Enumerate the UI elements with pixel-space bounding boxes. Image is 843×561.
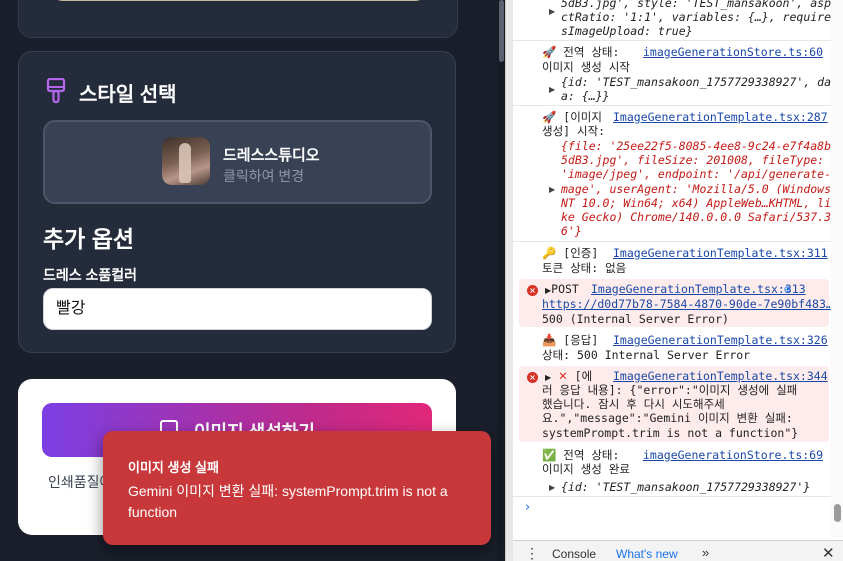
app-scrollbar[interactable] [497, 0, 505, 561]
log-line: NT 10.0; Win64; x64) AppleWeb…KHTML, li [561, 196, 831, 210]
log-line: {id: 'TEST_mansakoon_1757729338927', dat [561, 75, 831, 89]
change-style-hint: 클릭하여 변경 [223, 168, 305, 184]
drawer-menu-icon[interactable]: ⋮ [525, 545, 539, 561]
previous-card-button[interactable] [49, 0, 429, 1]
log-entry: 🔑 [인증] [542, 246, 599, 260]
app-scrollbar-thumb[interactable] [499, 0, 504, 62]
source-link[interactable]: ImageGenerationTemplate.tsx:313 [591, 282, 806, 296]
expand-arrow-icon[interactable]: ▶ [545, 373, 551, 382]
log-entry: 📥 [응답] [542, 333, 599, 347]
style-section-title: 스타일 선택 [79, 84, 177, 106]
style-thumbnail [162, 137, 210, 185]
log-line: {file: '25ee22f5-8085-4ee8-9c24-e7f4a8ba [561, 139, 831, 153]
close-icon[interactable]: ✕ [822, 544, 835, 561]
app-pane: 스타일 선택 드레스스튜디오 클릭하여 변경 추가 옵션 드레스 소품컬러 빨강… [0, 0, 505, 561]
source-link[interactable]: imageGenerationStore.ts:60 [643, 45, 823, 59]
style-selector[interactable]: 드레스스튜디오 클릭하여 변경 [43, 120, 432, 204]
selected-style-name: 드레스스튜디오 [223, 147, 320, 164]
request-url-link[interactable]: https://d0d77b78-7584-4870-90de-7e90bf48… [542, 297, 831, 311]
log-line: 토큰 상태: 없음 [542, 261, 627, 275]
tab-console[interactable]: Console [552, 547, 596, 561]
options-section-title: 추가 옵션 [43, 226, 135, 252]
style-section: 스타일 선택 드레스스튜디오 클릭하여 변경 추가 옵션 드레스 소품컬러 빨강 [18, 51, 456, 353]
log-line: 요.","message":"Gemini 이미지 변환 실패: [542, 411, 793, 425]
log-line: {id: 'TEST_mansakoon_1757729338927'} [561, 480, 811, 494]
log-entry: 🚀 [이미지 [542, 110, 602, 124]
console-scrollbar-thumb[interactable] [834, 504, 841, 522]
devtools-panel: ▶ 5dB3.jpg', style: 'TEST_mansakoon', as… [513, 0, 843, 561]
source-link[interactable]: ImageGenerationTemplate.tsx:287 [613, 110, 828, 124]
previous-card [18, 0, 458, 38]
toast-title: 이미지 생성 실패 [128, 460, 219, 475]
log-line: 했습니다. 잠시 후 다시 시도해주세 [542, 397, 725, 411]
dress-color-label: 드레스 소품컬러 [43, 267, 138, 283]
network-icon[interactable]: ⊕ [784, 282, 791, 296]
log-line: 러 응답 내용]: {"error":"이미지 생성에 실패 [542, 383, 798, 397]
response-icon: 📥 [542, 333, 557, 347]
pane-resizer[interactable] [505, 0, 513, 561]
toast-message: Gemini 이미지 변환 실패: systemPrompt.trim is n… [128, 483, 448, 520]
key-icon: 🔑 [542, 246, 557, 260]
dress-color-input[interactable]: 빨강 [43, 288, 432, 330]
log-line: mage', userAgent: 'Mozilla/5.0 (Windows [561, 182, 831, 196]
error-icon: × [527, 285, 538, 296]
source-link[interactable]: ImageGenerationTemplate.tsx:311 [613, 246, 828, 260]
more-tabs-icon[interactable]: » [702, 545, 709, 560]
log-line: ke Gecko) Chrome/140.0.0.0 Safari/537.3 [561, 210, 831, 224]
log-line: ▶POST [545, 282, 579, 296]
log-line: 'image/jpeg', endpoint: '/api/generate-i [561, 167, 831, 181]
source-link[interactable]: ImageGenerationTemplate.tsx:326 [613, 333, 828, 347]
log-entry: 🚀 전역 상태: [542, 45, 620, 59]
log-line: 이미지 생성 완료 [542, 462, 630, 476]
log-line: a: {…}} [561, 89, 610, 103]
log-line: ctRatio: '1:1', variables: {…}, require [561, 10, 831, 24]
rocket-icon: 🚀 [542, 110, 557, 124]
check-icon: ✅ [542, 448, 557, 462]
log-line: 6'} [561, 224, 582, 238]
log-line: sImageUpload: true} [561, 24, 693, 38]
log-line: 생성] 시작: [542, 124, 606, 138]
expand-arrow-icon[interactable]: ▶ [549, 7, 555, 16]
log-line: systemPrompt.trim is not a function"} [542, 426, 799, 440]
expand-arrow-icon[interactable]: ▶ [549, 185, 555, 194]
rocket-icon: 🚀 [542, 45, 557, 59]
error-icon: × [527, 372, 538, 383]
log-entry: ✅ 전역 상태: [542, 448, 620, 462]
log-line: 이미지 생성 시작 [542, 60, 630, 74]
source-link[interactable]: ImageGenerationTemplate.tsx:344 [613, 369, 828, 383]
cross-icon: ✕ [558, 369, 568, 383]
paintbrush-icon [46, 78, 66, 104]
expand-arrow-icon[interactable]: ▶ [549, 483, 555, 492]
log-line: 상태: 500 Internal Server Error [542, 348, 751, 362]
devtools-drawer-tabs: ⋮ Console What's new » ✕ [513, 540, 843, 561]
log-line: 5dB3.jpg', style: 'TEST_mansakoon', aspe [561, 0, 831, 10]
console-prompt[interactable]: › [525, 500, 530, 515]
log-line: 500 (Internal Server Error) [542, 312, 729, 326]
error-toast: 이미지 생성 실패 Gemini 이미지 변환 실패: systemPrompt… [103, 431, 491, 545]
console-log: ▶ 5dB3.jpg', style: 'TEST_mansakoon', as… [513, 0, 831, 537]
tab-whats-new[interactable]: What's new [616, 547, 678, 561]
console-scrollbar[interactable] [831, 0, 843, 537]
log-line: 5dB3.jpg', fileSize: 201008, fileType: [561, 153, 825, 167]
expand-arrow-icon[interactable]: ▶ [549, 85, 555, 94]
source-link[interactable]: imageGenerationStore.ts:69 [643, 448, 823, 462]
